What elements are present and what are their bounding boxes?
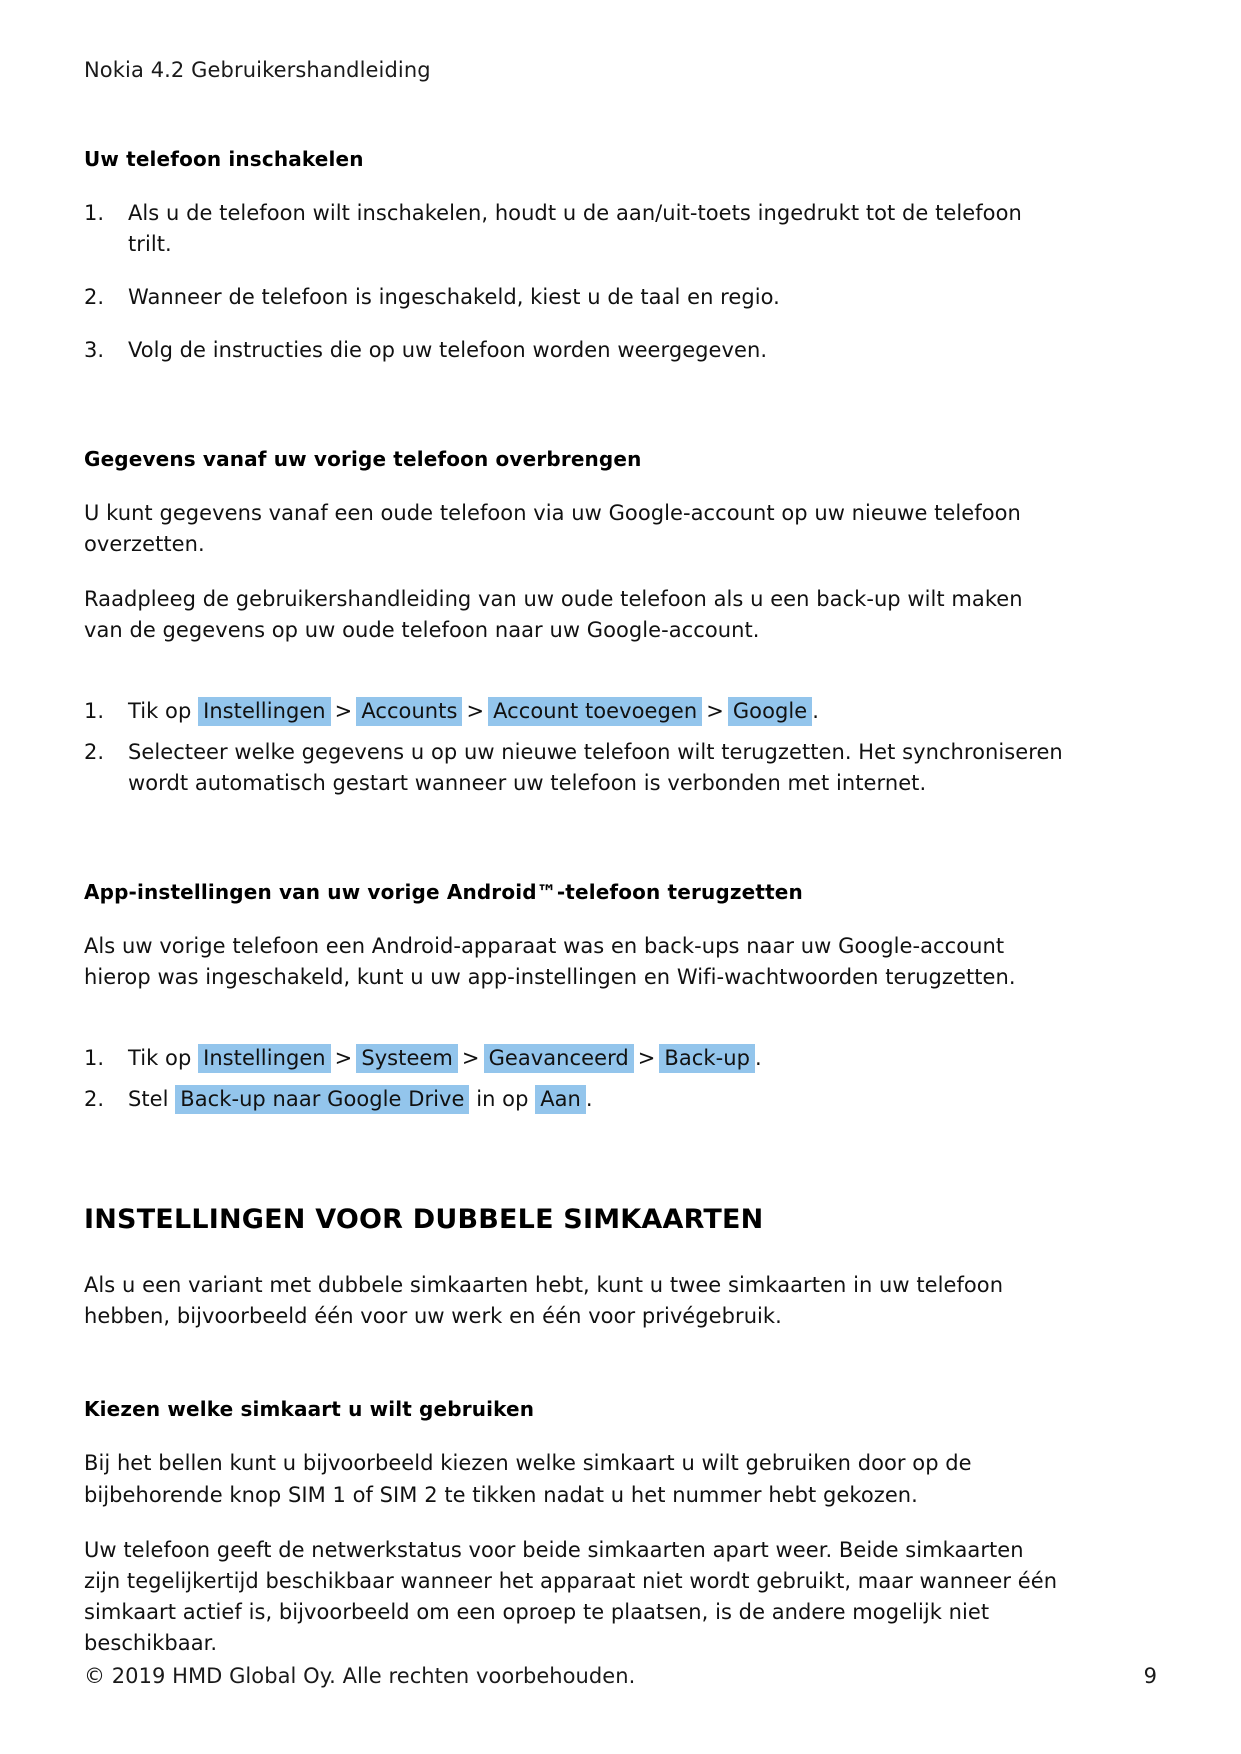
step-prefix: Tik op: [128, 699, 192, 724]
list-item: Wanneer de telefoon is ingeschakeld, kie…: [84, 282, 780, 313]
list-item: Tik op Instellingen > Systeem > Geavanceerd >…: [84, 1043, 1065, 1074]
transfer-data-paragraph-1: U kunt gegevens vanaf een oude telefoon …: [84, 500, 1021, 556]
breadcrumb-separator: >: [637, 1045, 656, 1070]
breadcrumb-google[interactable]: Google: [727, 697, 813, 727]
step-suffix: .: [812, 699, 819, 724]
list-item: Volg de instructies die op uw telefoon w…: [84, 335, 768, 366]
transfer-data-paragraph-2: Raadpleeg de gebruikershandleiding van u…: [84, 586, 1023, 643]
choose-sim-paragraph-1: Bij het bellen kunt u bijvoorbeeld kieze…: [84, 1451, 972, 1507]
restore-app-settings-steps: Tik op Instellingen > Systeem > Geavanceerd >…: [84, 1043, 1065, 1115]
list-item: Selecteer welke gegevens u op uw nieuwe …: [84, 737, 1063, 795]
section-heading-choose-sim: Kiezen welke simkaart u wilt gebruiken: [84, 1397, 535, 1422]
section-heading-power-on: Uw telefoon inschakelen: [84, 147, 364, 172]
transfer-data-steps: Tik op Instellingen > Accounts > Account toe…: [84, 696, 1065, 799]
setting-back-up-naar-google-drive[interactable]: Back-up naar Google Drive: [175, 1084, 470, 1114]
setting-value-aan[interactable]: Aan: [535, 1084, 586, 1114]
list-item: Tik op Instellingen > Accounts > Account toe…: [84, 696, 1065, 727]
breadcrumb-systeem[interactable]: Systeem: [356, 1043, 458, 1073]
breadcrumb-separator: >: [334, 699, 353, 724]
section-heading-restore-app-settings: App-instellingen van uw vorige Android™-…: [84, 879, 803, 904]
step-middle: in op: [476, 1086, 529, 1111]
breadcrumb-separator: >: [461, 1045, 480, 1070]
breadcrumb-back-up[interactable]: Back-up: [659, 1043, 755, 1073]
choose-sim-paragraph-2: Uw telefoon geeft de netwerkstatus voor …: [84, 1537, 1058, 1655]
breadcrumb-geavanceerd[interactable]: Geavanceerd: [483, 1043, 634, 1073]
page-footer: © 2019 HMD Global Oy. Alle rechten voorb…: [84, 1664, 1157, 1688]
breadcrumb-separator: >: [706, 699, 724, 724]
breadcrumb-instellingen[interactable]: Instellingen: [198, 697, 331, 727]
running-head: Nokia 4.2 Gebruikershandleiding: [84, 58, 431, 82]
restore-app-settings-paragraph-1: Als uw vorige telefoon een Android-appar…: [84, 933, 1016, 989]
power-on-steps: Als u de telefoon wilt inschakelen, houd…: [84, 198, 1065, 365]
step-suffix: .: [585, 1086, 593, 1111]
section-heading-transfer-data: Gegevens vanaf uw vorige telefoon overbr…: [84, 446, 642, 471]
breadcrumb-separator: >: [334, 1045, 353, 1070]
breadcrumb-accounts[interactable]: Accounts: [356, 697, 463, 727]
breadcrumb-instellingen[interactable]: Instellingen: [198, 1043, 331, 1073]
dual-sim-paragraph-1: Als u een variant met dubbele simkaarten…: [84, 1273, 1004, 1329]
list-item: Stel Back-up naar Google Drive in op Aan…: [84, 1084, 1065, 1115]
breadcrumb-separator: >: [466, 699, 485, 724]
step-suffix: .: [754, 1045, 762, 1070]
step-prefix: Tik op: [128, 1045, 192, 1070]
step-prefix: Stel: [128, 1086, 169, 1111]
page-number: 9: [1143, 1664, 1157, 1688]
document-page: Nokia 4.2 Gebruikershandleiding Uw telef…: [0, 0, 1241, 1754]
list-item: Als u de telefoon wilt inschakelen, houd…: [84, 198, 1022, 257]
copyright-notice: © 2019 HMD Global Oy. Alle rechten voorb…: [84, 1664, 636, 1688]
breadcrumb-account-toevoegen[interactable]: Account toevoegen: [488, 697, 703, 727]
chapter-heading-dual-sim: INSTELLINGEN VOOR DUBBELE SIMKAARTEN: [84, 1203, 764, 1235]
